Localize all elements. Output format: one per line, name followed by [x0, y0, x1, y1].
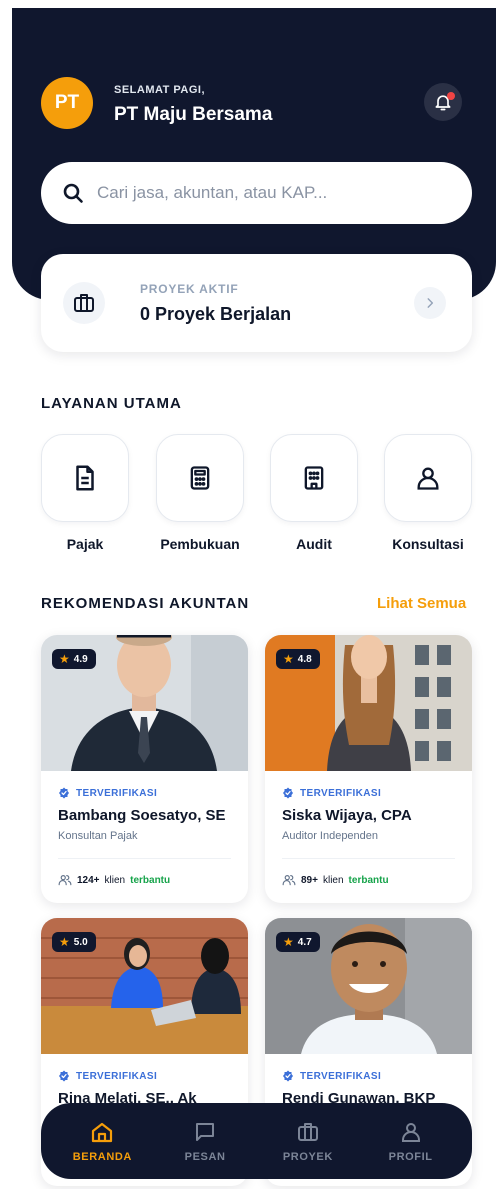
- star-icon: ★: [283, 652, 294, 666]
- nav-item-profil[interactable]: PROFIL: [371, 1120, 451, 1163]
- nav-label: PROYEK: [282, 1150, 333, 1163]
- rating-badge: ★ 4.8: [276, 649, 320, 669]
- rating-badge: ★ 4.9: [52, 649, 96, 669]
- notification-dot: [447, 92, 455, 100]
- service-pembukuan[interactable]: Pembukuan: [156, 434, 244, 552]
- verified-icon: [59, 787, 69, 799]
- verified-icon: [283, 1070, 293, 1082]
- recommendations-title: REKOMENDASI AKUNTAN: [41, 595, 250, 612]
- user-icon: [401, 1122, 420, 1142]
- users-icon: [282, 875, 296, 886]
- user-icon: [417, 467, 439, 490]
- active-project-value: 0 Proyek Berjalan: [140, 304, 292, 324]
- star-icon: ★: [59, 652, 70, 666]
- search-input[interactable]: [97, 183, 427, 203]
- accountant-card[interactable]: ★ 4.9 TERVERIFIKASI Bambang Soesatyo, SE …: [41, 635, 248, 903]
- verified-badge: TERVERIFIKASI: [58, 1070, 157, 1082]
- accountant-card[interactable]: ★ 4.8 TERVERIFIKASI Siska Wijaya, CPA Aud…: [265, 635, 472, 903]
- services-title: LAYANAN UTAMA: [41, 395, 182, 412]
- nav-item-proyek[interactable]: PROYEK: [268, 1120, 348, 1163]
- verified-badge: TERVERIFIKASI: [282, 787, 381, 799]
- accountant-role: Konsultan Pajak: [58, 830, 138, 842]
- service-audit[interactable]: Audit: [270, 434, 358, 552]
- card-divider: [58, 858, 231, 859]
- verified-icon: [59, 1070, 69, 1082]
- accountant-role: Auditor Independen: [282, 830, 379, 842]
- verified-badge: TERVERIFIKASI: [58, 787, 157, 799]
- briefcase-icon: [63, 282, 105, 324]
- clients-count: 89+ klien terbantu: [282, 873, 389, 887]
- active-project-card[interactable]: PROYEK AKTIF 0 Proyek Berjalan: [41, 254, 472, 352]
- service-label: Konsultasi: [392, 536, 464, 552]
- service-label: Pembukuan: [160, 536, 240, 552]
- nav-item-beranda[interactable]: BERANDA: [62, 1120, 142, 1163]
- nav-item-pesan[interactable]: PESAN: [165, 1120, 245, 1163]
- service-label: Audit: [296, 536, 332, 552]
- briefcase-icon: [297, 1122, 318, 1141]
- service-label: Pajak: [66, 536, 104, 552]
- company-name: PT Maju Bersama: [114, 104, 273, 125]
- chat-icon: [196, 1122, 215, 1141]
- clients-count: 124+ klien terbantu: [58, 873, 170, 887]
- avatar[interactable]: PT: [41, 77, 93, 129]
- verified-badge: TERVERIFIKASI: [282, 1070, 381, 1082]
- active-project-label: PROYEK AKTIF: [140, 282, 239, 296]
- building-icon: [304, 466, 324, 490]
- star-icon: ★: [59, 935, 70, 949]
- document-icon: [76, 465, 94, 491]
- home-icon: [92, 1122, 113, 1142]
- accountant-name: Siska Wijaya, CPA: [282, 807, 412, 824]
- accountant-photo: ★ 4.7: [265, 918, 472, 1054]
- bottom-nav: BERANDA PESAN PROYEK PROFIL: [41, 1103, 472, 1179]
- chevron-right-icon[interactable]: [414, 287, 446, 319]
- accountant-photo: ★ 4.8: [265, 635, 472, 771]
- accountant-name: Bambang Soesatyo, SE: [58, 807, 226, 824]
- calculator-icon: [190, 466, 210, 490]
- rating-badge: ★ 5.0: [52, 932, 96, 952]
- see-all-link[interactable]: Lihat Semua: [377, 595, 466, 612]
- greeting-text: SELAMAT PAGI,: [114, 84, 206, 96]
- service-konsultasi[interactable]: Konsultasi: [384, 434, 472, 552]
- search-icon: [63, 183, 83, 203]
- service-pajak[interactable]: Pajak: [41, 434, 129, 552]
- nav-label: PESAN: [184, 1150, 226, 1163]
- rating-badge: ★ 4.7: [276, 932, 320, 952]
- users-icon: [58, 875, 72, 886]
- accountant-photo: ★ 5.0: [41, 918, 248, 1054]
- card-divider: [282, 858, 455, 859]
- star-icon: ★: [283, 935, 294, 949]
- nav-label: PROFIL: [388, 1150, 433, 1163]
- nav-label: BERANDA: [72, 1150, 132, 1163]
- notification-button[interactable]: [424, 83, 462, 121]
- verified-icon: [283, 787, 293, 799]
- search-bar[interactable]: [41, 162, 472, 224]
- accountant-photo: ★ 4.9: [41, 635, 248, 771]
